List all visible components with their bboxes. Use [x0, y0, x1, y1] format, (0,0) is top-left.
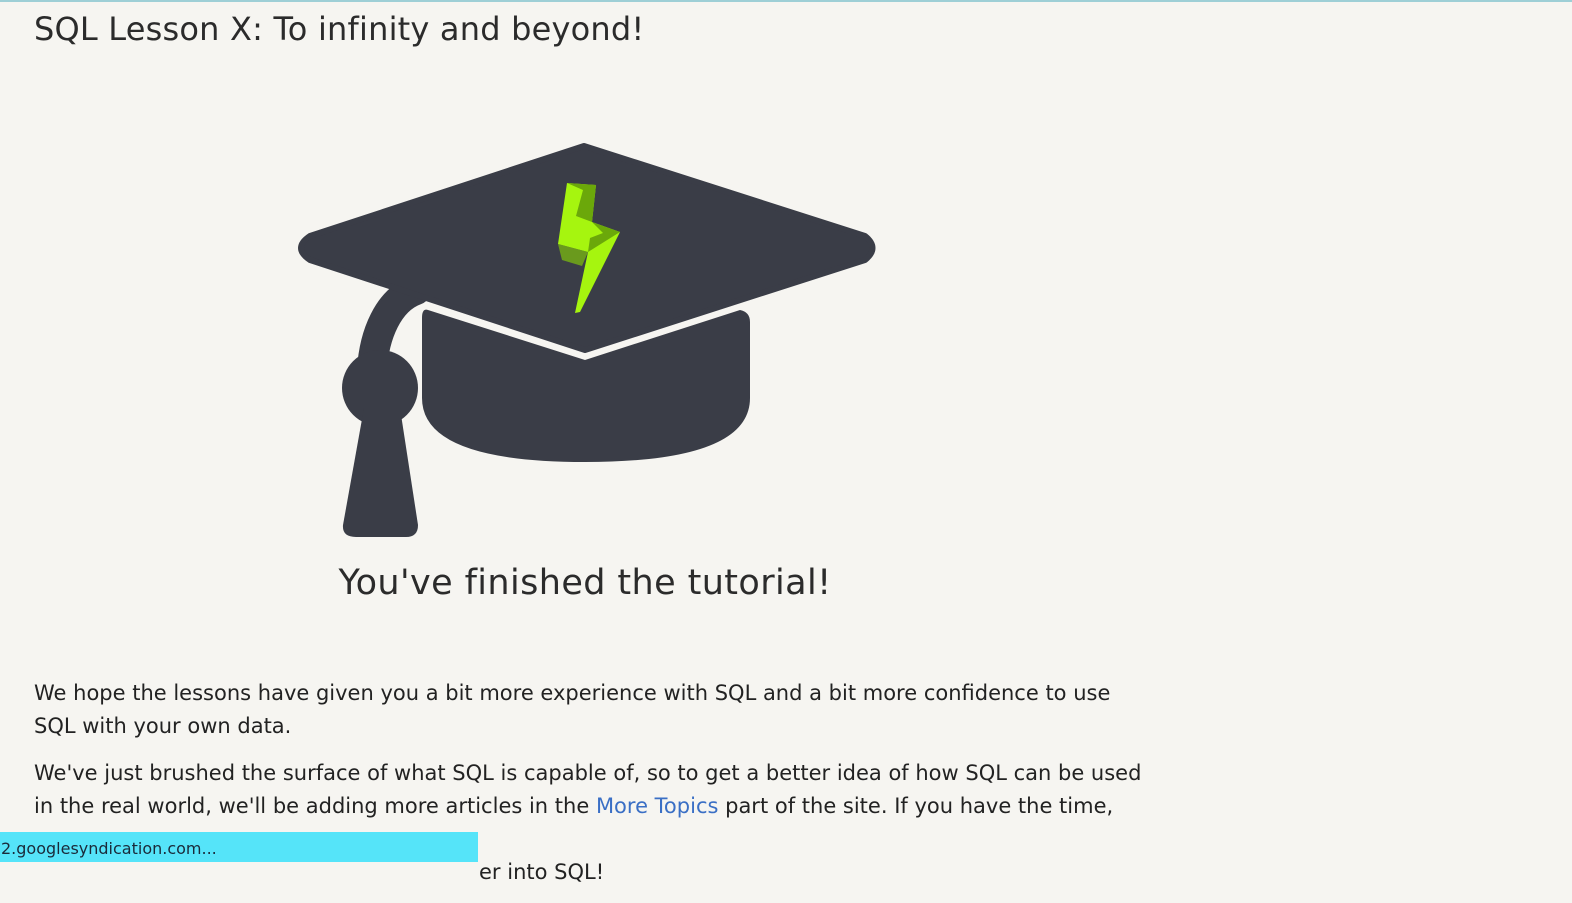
more-topics-link[interactable]: More Topics: [596, 794, 719, 818]
page-title: SQL Lesson X: To infinity and beyond!: [34, 10, 645, 48]
top-border: [0, 0, 1572, 2]
paragraph-intro: We hope the lessons have given you a bit…: [34, 681, 1111, 738]
lesson-body: We hope the lessons have given you a bit…: [34, 677, 1144, 903]
paragraph-more-topics: We've just brushed the surface of what S…: [34, 757, 1144, 889]
status-bar: 2.googlesyndication.com...: [0, 832, 478, 862]
finish-caption: You've finished the tutorial!: [338, 563, 832, 603]
paragraph-tail: er into SQL!: [479, 860, 605, 884]
graduation-cap-icon: [298, 143, 876, 537]
